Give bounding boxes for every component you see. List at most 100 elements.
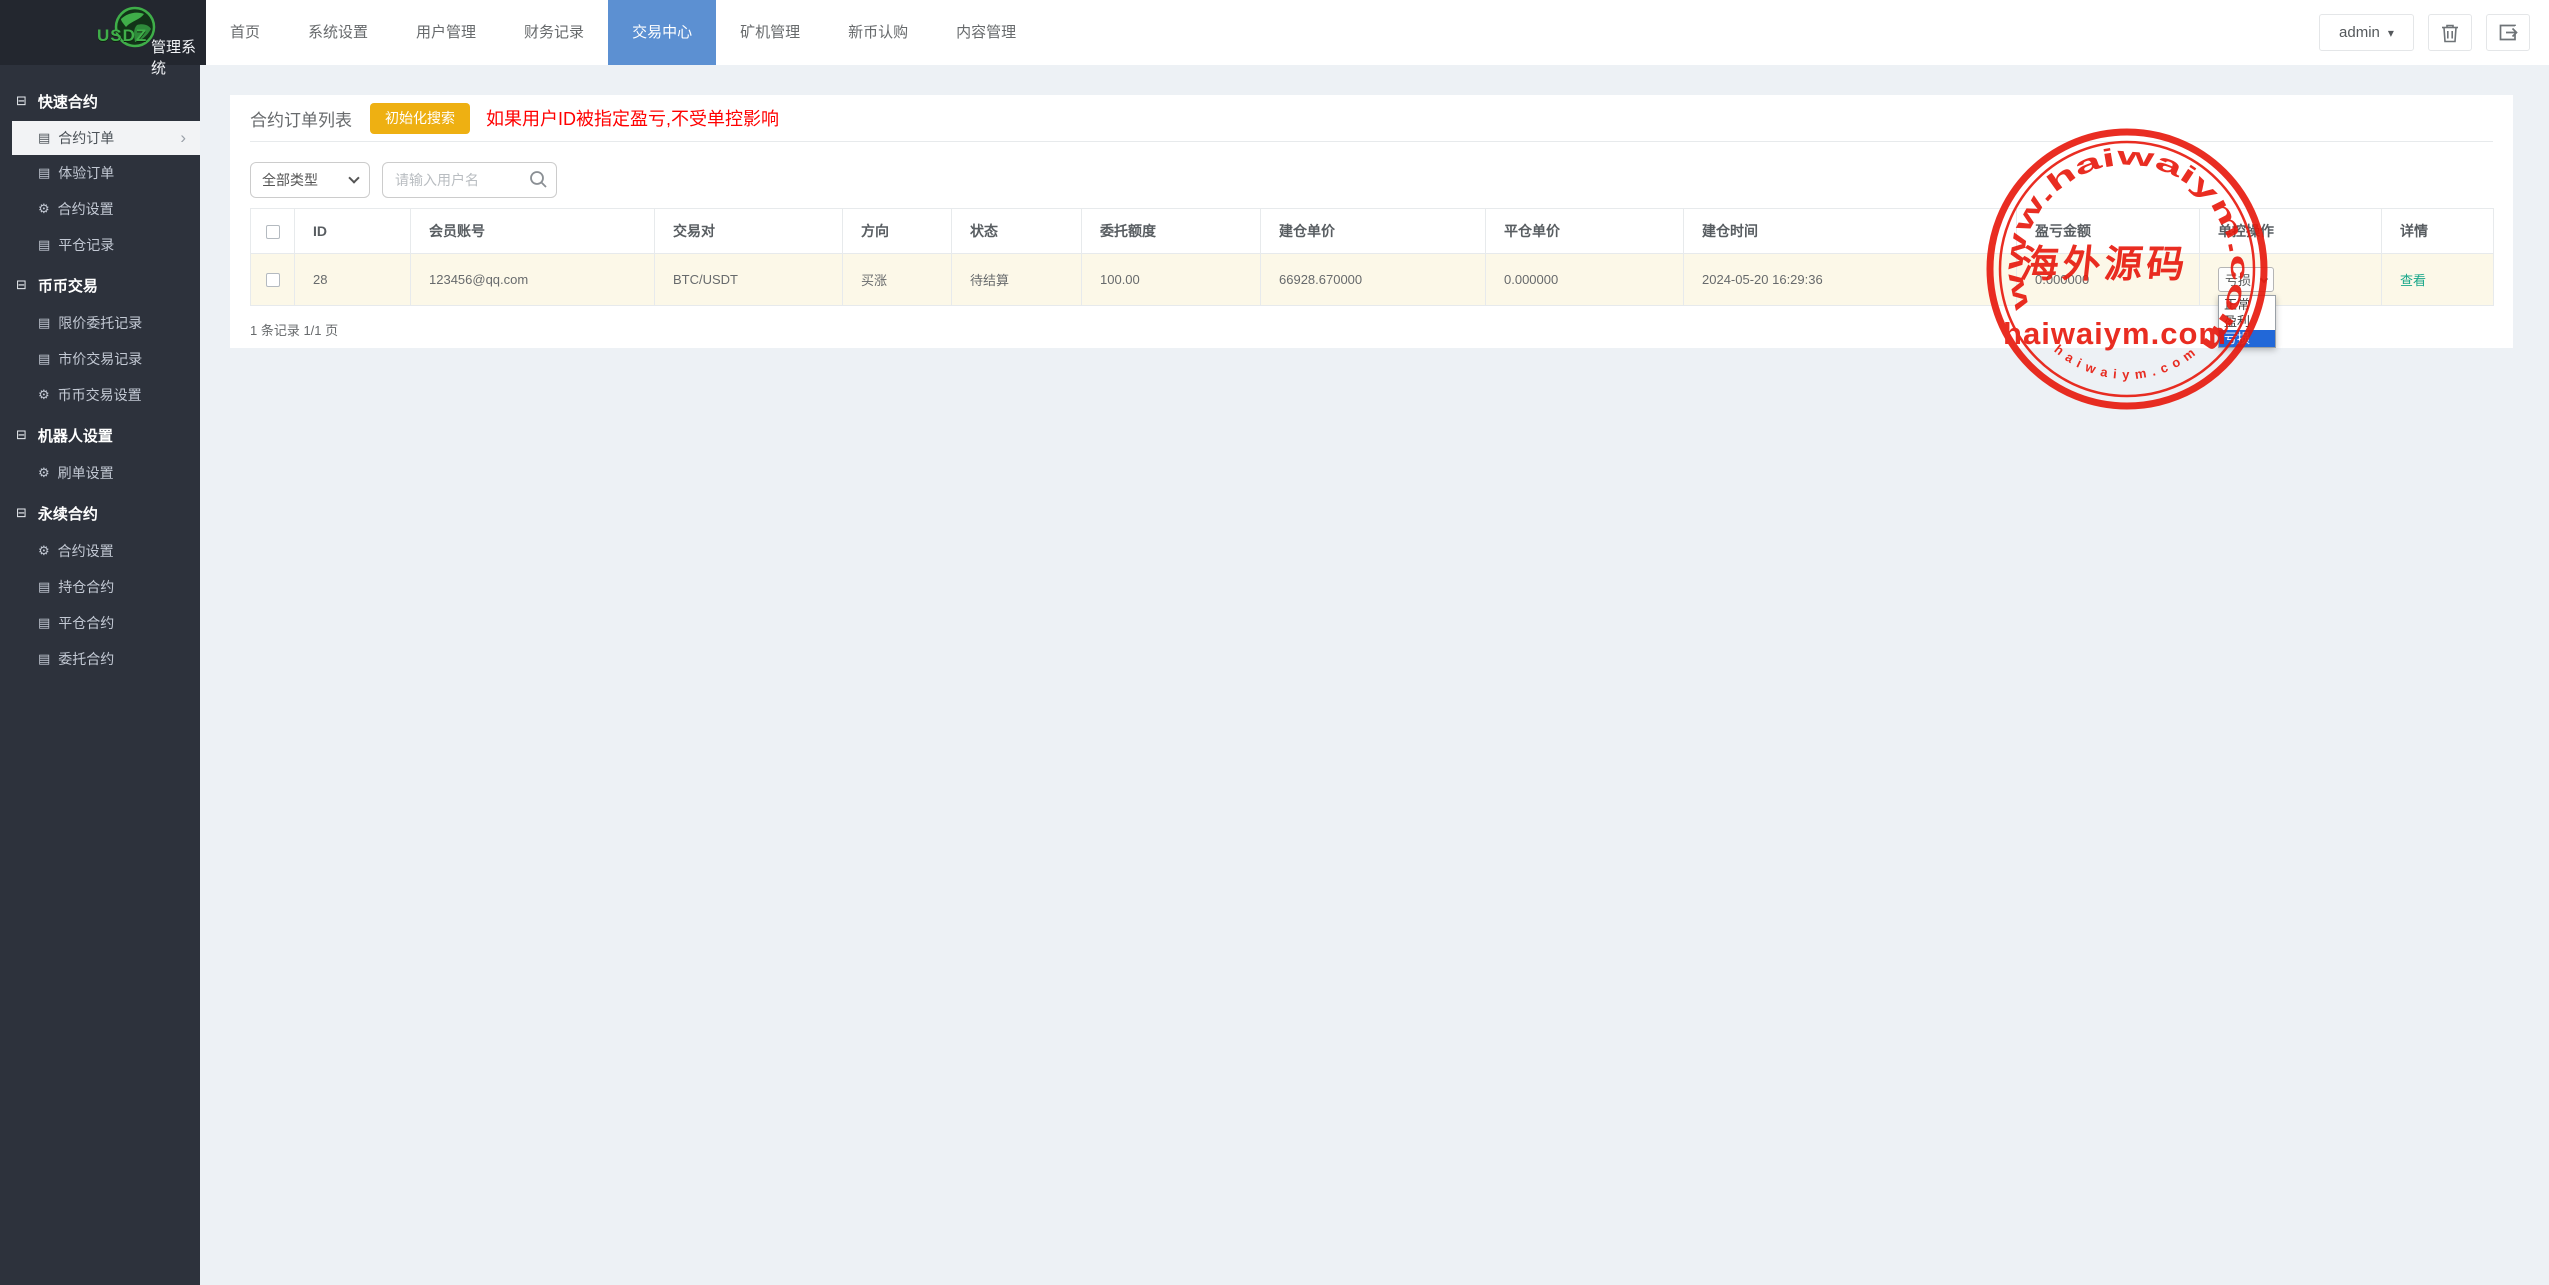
gear-icon: ⚙ (38, 201, 50, 217)
table-header-row: ID 会员账号 交易对 方向 状态 委托额度 建仓单价 平仓单价 建仓时间 盈亏… (251, 209, 2494, 254)
section-title: 快速合约 (38, 91, 98, 112)
sidebar-item-spot-settings[interactable]: ⚙ 币币交易设置 (0, 377, 200, 413)
content-card: 合约订单列表 初始化搜索 如果用户ID被指定盈亏,不受单控影响 全部类型 (230, 95, 2513, 348)
sidebar-section-robot: ⊟ 机器人设置 ⚙ 刷单设置 (0, 413, 200, 491)
sidebar-item-label: 限价委托记录 (58, 313, 142, 333)
sidebar-item-perp-settings[interactable]: ⚙ 合约设置 (0, 533, 200, 569)
sidebar-item-entrust-contracts[interactable]: ▤ 委托合约 (0, 641, 200, 677)
sidebar-section-header[interactable]: ⊟ 机器人设置 (0, 415, 200, 455)
cell-direction: 买涨 (843, 254, 952, 306)
page-title: 合约订单列表 (250, 106, 352, 131)
chevron-down-icon (2260, 274, 2268, 282)
col-header-control: 单控操作 (2200, 209, 2382, 254)
sidebar-item-contract-orders[interactable]: ▤ 合约订单 › (12, 121, 200, 155)
sidebar-item-close-records[interactable]: ▤ 平仓记录 (0, 227, 200, 263)
sidebar-section-header[interactable]: ⊟ 快速合约 (0, 81, 200, 121)
sidebar-item-market-records[interactable]: ▤ 市价交易记录 (0, 341, 200, 377)
cell-detail: 查看 (2382, 254, 2494, 306)
list-icon: ▤ (38, 579, 50, 595)
username-search (382, 162, 557, 198)
control-select-dropdown: 正常 盈利 亏损 (2218, 295, 2276, 348)
admin-user-label: admin (2339, 24, 2380, 41)
section-title: 币币交易 (38, 275, 98, 296)
list-icon: ▤ (38, 315, 50, 331)
sidebar: ⊟ 快速合约 ▤ 合约订单 › ▤ 体验订单 ⚙ 合约设置 ▤ 平仓记录 ⊟ 币… (0, 65, 200, 1285)
col-header-open-price: 建仓单价 (1261, 209, 1486, 254)
list-icon: ▤ (38, 615, 50, 631)
control-select-value: 亏损 (2225, 270, 2251, 289)
chevron-down-icon (348, 172, 359, 183)
main-area: 合约订单列表 初始化搜索 如果用户ID被指定盈亏,不受单控影响 全部类型 (200, 65, 2549, 1285)
sidebar-item-label: 合约设置 (58, 199, 114, 219)
col-header-amount: 委托额度 (1082, 209, 1261, 254)
top-actions: admin ▾ (2319, 14, 2530, 51)
col-header-account: 会员账号 (411, 209, 655, 254)
cell-id: 28 (295, 254, 411, 306)
sidebar-item-label: 币币交易设置 (58, 385, 142, 405)
nav-item-system-settings[interactable]: 系统设置 (284, 0, 392, 65)
init-search-button[interactable]: 初始化搜索 (370, 103, 470, 134)
view-link[interactable]: 查看 (2400, 273, 2426, 288)
admin-user-menu[interactable]: admin ▾ (2319, 14, 2414, 51)
table-row: 28 123456@qq.com BTC/USDT 买涨 待结算 100.00 … (251, 254, 2494, 306)
option-loss[interactable]: 亏损 (2219, 330, 2275, 347)
caret-down-icon: ▾ (2388, 26, 2394, 40)
cell-open-price: 66928.670000 (1261, 254, 1486, 306)
sidebar-item-closed-contracts[interactable]: ▤ 平仓合约 (0, 605, 200, 641)
logout-icon (2499, 23, 2518, 42)
cell-account: 123456@qq.com (411, 254, 655, 306)
app-title: 管理系统 (151, 36, 206, 78)
sidebar-section-header[interactable]: ⊟ 永续合约 (0, 493, 200, 533)
nav-item-trade-center[interactable]: 交易中心 (608, 0, 716, 65)
gear-icon: ⚙ (38, 387, 50, 403)
warning-text: 如果用户ID被指定盈亏,不受单控影响 (486, 105, 779, 131)
nav-item-miner-management[interactable]: 矿机管理 (716, 0, 824, 65)
pagination-summary: 1 条记录 1/1 页 (250, 320, 2493, 339)
collapse-icon: ⊟ (16, 277, 27, 293)
col-header-open-time: 建仓时间 (1684, 209, 2017, 254)
sidebar-item-label: 合约订单 (58, 128, 114, 148)
nav-item-new-coin[interactable]: 新币认购 (824, 0, 932, 65)
col-header-close-price: 平仓单价 (1486, 209, 1684, 254)
sidebar-item-limit-orders[interactable]: ▤ 限价委托记录 (0, 305, 200, 341)
sidebar-item-label: 市价交易记录 (58, 349, 142, 369)
sidebar-item-label: 体验订单 (58, 163, 114, 183)
sidebar-item-trial-orders[interactable]: ▤ 体验订单 (0, 155, 200, 191)
nav-item-finance-records[interactable]: 财务记录 (500, 0, 608, 65)
cell-profit: 0.000000 (2017, 254, 2200, 306)
clear-cache-button[interactable] (2428, 14, 2472, 51)
section-title: 机器人设置 (38, 425, 113, 446)
sidebar-section-quick-contract: ⊟ 快速合约 ▤ 合约订单 › ▤ 体验订单 ⚙ 合约设置 ▤ 平仓记录 (0, 65, 200, 263)
sidebar-item-label: 平仓合约 (58, 613, 114, 633)
col-header-detail: 详情 (2382, 209, 2494, 254)
col-header-profit: 盈亏金额 (2017, 209, 2200, 254)
list-icon: ▤ (38, 237, 50, 253)
col-header-id: ID (295, 209, 411, 254)
logo-block: USDZ 管理系统 (0, 0, 206, 65)
collapse-icon: ⊟ (16, 505, 27, 521)
card-header: 合约订单列表 初始化搜索 如果用户ID被指定盈亏,不受单控影响 (250, 95, 2493, 142)
search-icon[interactable] (529, 170, 548, 189)
nav-item-user-management[interactable]: 用户管理 (392, 0, 500, 65)
sidebar-item-bot-settings[interactable]: ⚙ 刷单设置 (0, 455, 200, 491)
nav-item-home[interactable]: 首页 (206, 0, 284, 65)
select-all-checkbox[interactable] (266, 225, 280, 239)
type-select-value: 全部类型 (262, 170, 318, 190)
logout-button[interactable] (2486, 14, 2530, 51)
gear-icon: ⚙ (38, 465, 50, 481)
option-normal[interactable]: 正常 (2219, 296, 2275, 313)
sidebar-section-header[interactable]: ⊟ 币币交易 (0, 265, 200, 305)
control-select[interactable]: 亏损 (2218, 267, 2274, 292)
type-select[interactable]: 全部类型 (250, 162, 370, 198)
top-navigation: 首页 系统设置 用户管理 财务记录 交易中心 矿机管理 新币认购 内容管理 (206, 0, 1040, 65)
nav-item-content-management[interactable]: 内容管理 (932, 0, 1040, 65)
cell-open-time: 2024-05-20 16:29:36 (1684, 254, 2017, 306)
row-checkbox[interactable] (266, 273, 280, 287)
sidebar-item-label: 合约设置 (58, 541, 114, 561)
col-header-pair: 交易对 (655, 209, 843, 254)
sidebar-item-label: 平仓记录 (58, 235, 114, 255)
sidebar-item-contract-settings[interactable]: ⚙ 合约设置 (0, 191, 200, 227)
option-profit[interactable]: 盈利 (2219, 313, 2275, 330)
top-bar: USDZ 管理系统 首页 系统设置 用户管理 财务记录 交易中心 矿机管理 新币… (0, 0, 2549, 65)
sidebar-item-holding-contracts[interactable]: ▤ 持仓合约 (0, 569, 200, 605)
